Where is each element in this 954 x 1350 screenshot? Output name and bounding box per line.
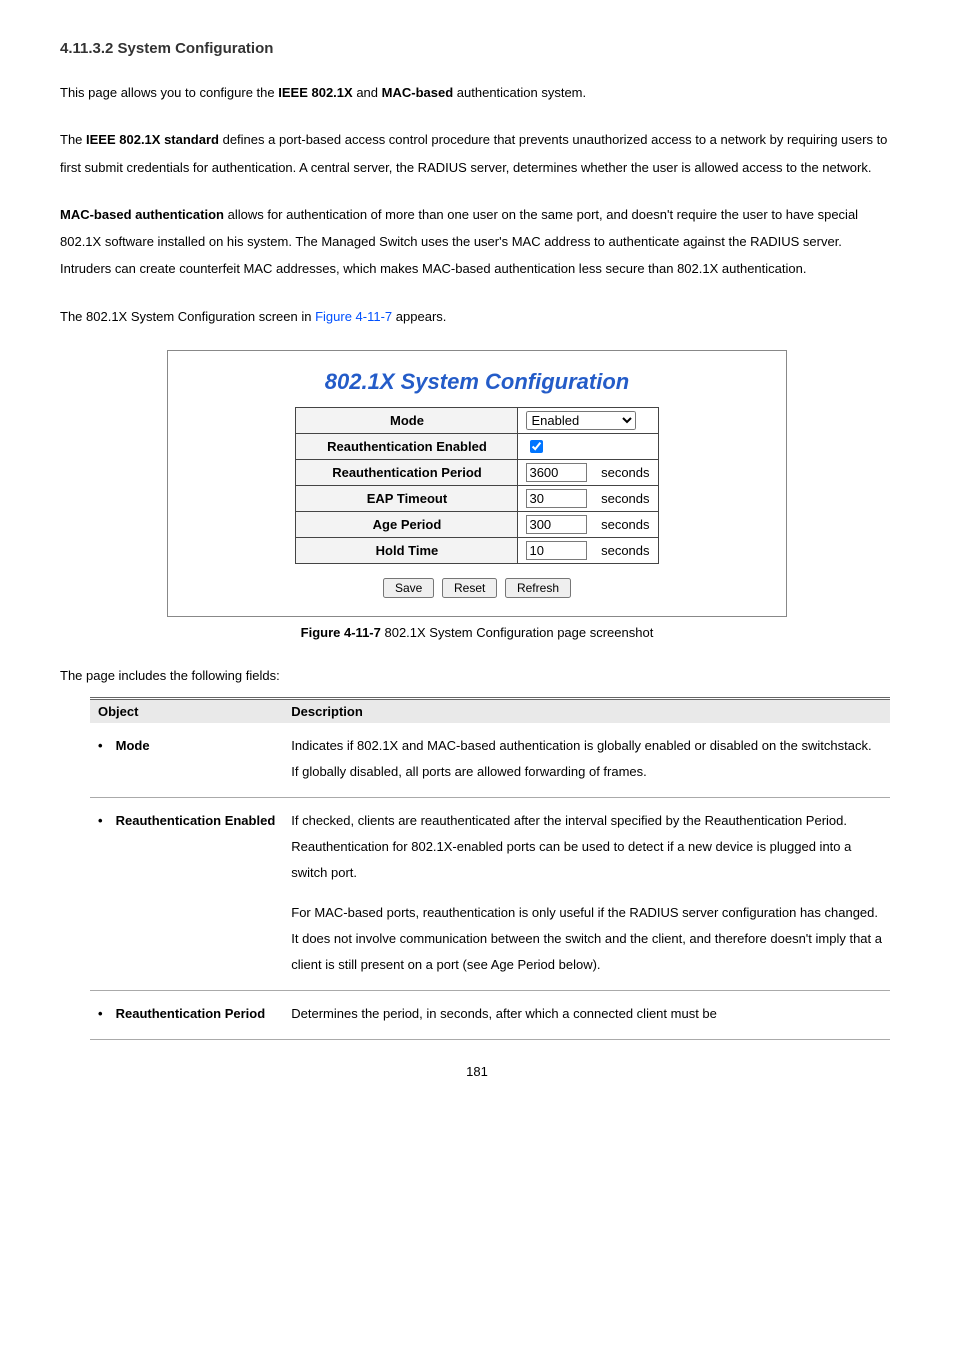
table-row: Mode Enabled [296, 408, 658, 434]
cell: Enabled [518, 408, 658, 434]
cell [518, 434, 658, 460]
reauth-period-input[interactable] [526, 463, 587, 482]
bullet-icon: • [98, 733, 112, 759]
caption-prefix: Figure 4-11-7 [301, 625, 381, 640]
unit-label: seconds [601, 543, 649, 558]
text-bold: MAC-based [382, 85, 454, 100]
unit-label: seconds [601, 517, 649, 532]
section-title: 4.11.3.2 System Configuration [60, 40, 894, 57]
refresh-button[interactable]: Refresh [505, 578, 571, 598]
text-bold: IEEE 802.1X [278, 85, 352, 100]
object-name: Mode [116, 738, 150, 753]
table-row: EAP Timeout seconds [296, 486, 658, 512]
row-label: EAP Timeout [296, 486, 518, 512]
text: The [60, 132, 86, 147]
reset-button[interactable]: Reset [442, 578, 497, 598]
intro-para-1: This page allows you to configure the IE… [60, 79, 894, 106]
col-header-description: Description [283, 699, 890, 724]
text: and [356, 85, 381, 100]
col-header-object: Object [90, 699, 283, 724]
cell: seconds [518, 538, 658, 564]
unit-label: seconds [601, 465, 649, 480]
text-bold: IEEE 802.1X standard [86, 132, 219, 147]
table-row: Reauthentication Period seconds [296, 460, 658, 486]
desc-text: If checked, clients are reauthenticated … [291, 808, 882, 886]
text: The 802.1X System Configuration screen i… [60, 309, 315, 324]
intro-para-4: The 802.1X System Configuration screen i… [60, 303, 894, 330]
table-row: • Mode Indicates if 802.1X and MAC-based… [90, 723, 890, 798]
caption-text: 802.1X System Configuration page screens… [384, 625, 653, 640]
table-row: Reauthentication Enabled [296, 434, 658, 460]
unit-label: seconds [601, 491, 649, 506]
hold-time-input[interactable] [526, 541, 587, 560]
table-row: Age Period seconds [296, 512, 658, 538]
text: authentication system. [457, 85, 586, 100]
config-table: Mode Enabled Reauthentication Enabled Re… [295, 407, 658, 564]
bullet-icon: • [98, 808, 112, 834]
age-period-input[interactable] [526, 515, 587, 534]
object-name: Reauthentication Enabled [116, 813, 276, 828]
page-root: 4.11.3.2 System Configuration This page … [0, 0, 954, 1109]
bullet-icon: • [98, 1001, 112, 1027]
object-name-cell: • Reauthentication Enabled [90, 798, 283, 991]
intro-para-3: MAC-based authentication allows for auth… [60, 201, 894, 283]
row-label: Hold Time [296, 538, 518, 564]
object-name-cell: • Mode [90, 723, 283, 798]
table-row: • Reauthentication Period Determines the… [90, 991, 890, 1040]
fields-table: Object Description • Mode Indicates if 8… [90, 697, 890, 1040]
eap-timeout-input[interactable] [526, 489, 587, 508]
row-label: Reauthentication Enabled [296, 434, 518, 460]
figure-title: 802.1X System Configuration [182, 369, 772, 395]
table-header-row: Object Description [90, 699, 890, 724]
figure-link[interactable]: Figure 4-11-7 [315, 309, 392, 324]
cell: seconds [518, 486, 658, 512]
reauth-enabled-checkbox[interactable] [530, 440, 543, 453]
table-row: Hold Time seconds [296, 538, 658, 564]
desc-text: Determines the period, in seconds, after… [291, 1001, 882, 1027]
cell: seconds [518, 460, 658, 486]
row-label: Mode [296, 408, 518, 434]
figure-caption: Figure 4-11-7 802.1X System Configuratio… [60, 625, 894, 640]
object-name-cell: • Reauthentication Period [90, 991, 283, 1040]
figure-box: 802.1X System Configuration Mode Enabled… [167, 350, 787, 617]
cell: seconds [518, 512, 658, 538]
row-label: Reauthentication Period [296, 460, 518, 486]
fields-intro: The page includes the following fields: [60, 668, 894, 683]
text: This page allows you to configure the [60, 85, 278, 100]
row-label: Age Period [296, 512, 518, 538]
object-name: Reauthentication Period [116, 1006, 266, 1021]
object-desc-cell: If checked, clients are reauthenticated … [283, 798, 890, 991]
mode-select[interactable]: Enabled [526, 411, 636, 430]
page-number: 181 [60, 1064, 894, 1079]
object-desc-cell: Indicates if 802.1X and MAC-based authen… [283, 723, 890, 798]
table-row: • Reauthentication Enabled If checked, c… [90, 798, 890, 991]
text-bold: MAC-based authentication [60, 207, 224, 222]
desc-text: For MAC-based ports, reauthentication is… [291, 900, 882, 978]
object-desc-cell: Determines the period, in seconds, after… [283, 991, 890, 1040]
button-row: Save Reset Refresh [182, 578, 772, 598]
desc-text: Indicates if 802.1X and MAC-based authen… [291, 733, 882, 785]
save-button[interactable]: Save [383, 578, 434, 598]
text: appears. [396, 309, 447, 324]
intro-para-2: The IEEE 802.1X standard defines a port-… [60, 126, 894, 181]
